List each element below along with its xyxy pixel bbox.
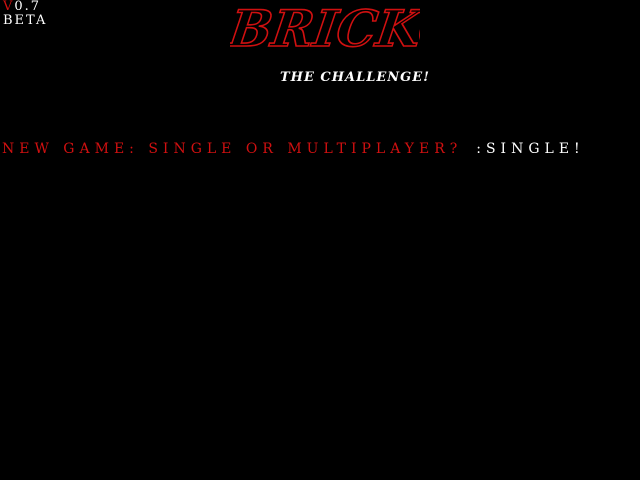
game-logo: BRICKO bbox=[230, 0, 420, 60]
logo-title: BRICKO bbox=[230, 0, 420, 58]
prompt-question: NEW GAME: SINGLE OR MULTIPLAYER? bbox=[2, 141, 463, 157]
version-v-letter: V bbox=[3, 0, 15, 14]
version-label: V0.7 BETA bbox=[3, 0, 47, 28]
version-stage: BETA bbox=[3, 13, 48, 28]
logo-graphic: BRICKO bbox=[230, 0, 420, 59]
game-mode-prompt: NEW GAME: SINGLE OR MULTIPLAYER? :SINGLE! bbox=[2, 141, 585, 157]
prompt-answer[interactable]: :SINGLE! bbox=[476, 141, 584, 157]
logo-subtitle: THE CHALLENGE! bbox=[280, 70, 430, 85]
version-number: 0.7 bbox=[14, 0, 42, 14]
